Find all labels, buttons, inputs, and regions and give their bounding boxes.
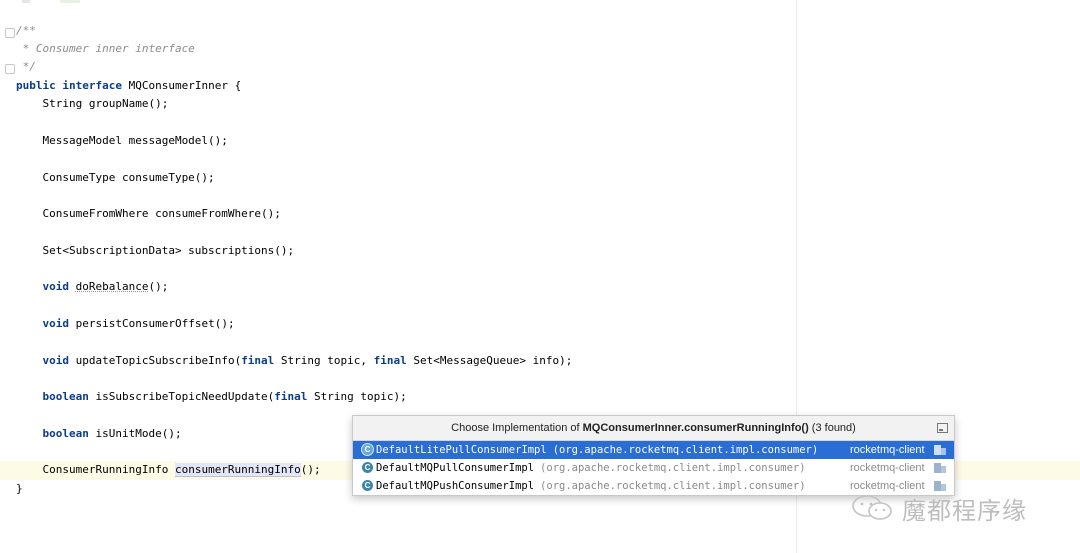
class-icon: C bbox=[362, 480, 373, 491]
class-name: DefaultMQPullConsumerImpl bbox=[376, 462, 535, 474]
method-line[interactable]: boolean isUnitMode(); bbox=[16, 425, 182, 443]
keyword: void bbox=[42, 354, 70, 367]
module-folder-icon bbox=[934, 463, 946, 473]
method-line[interactable]: ConsumeType consumeType(); bbox=[16, 169, 214, 187]
keyword: void bbox=[42, 280, 70, 293]
module-name: rocketmq-client bbox=[850, 444, 925, 456]
highlighted-identifier[interactable]: consumerRunningInfo bbox=[174, 463, 301, 477]
implementation-item[interactable]: C DefaultLitePullConsumerImpl (org.apache… bbox=[353, 441, 954, 459]
keyword: boolean bbox=[42, 390, 89, 403]
package-name: (org.apache.rocketmq.client.impl.consume… bbox=[552, 444, 819, 456]
popup-title-count: (3 found) bbox=[808, 422, 856, 434]
comment-line: */ bbox=[16, 60, 36, 73]
keyword: final bbox=[241, 354, 275, 367]
method-line[interactable]: void updateTopicSubscribeInfo(final Stri… bbox=[16, 352, 573, 370]
keyword: boolean bbox=[42, 427, 89, 440]
popup-title: Choose Implementation of MQConsumerInner… bbox=[353, 416, 954, 441]
class-icon: C bbox=[362, 462, 373, 473]
method-name: doRebalance bbox=[75, 280, 149, 293]
popup-title-prefix: Choose Implementation of bbox=[451, 422, 583, 434]
module-folder-icon bbox=[934, 445, 946, 455]
code-text: ConsumerRunningInfo bbox=[16, 463, 175, 476]
package-name: (org.apache.rocketmq.client.impl.consume… bbox=[540, 480, 806, 492]
method-line[interactable]: Set<SubscriptionData> subscriptions(); bbox=[16, 242, 294, 260]
pin-icon[interactable] bbox=[937, 423, 948, 433]
popup-title-target: MQConsumerInner.consumerRunningInfo() bbox=[582, 422, 809, 434]
comment-line: * Consumer inner interface bbox=[16, 42, 195, 55]
implementation-class-name: DefaultMQPushConsumerImpl (org.apache.roc… bbox=[376, 477, 806, 495]
gutter-marker bbox=[22, 0, 30, 3]
inlay-hint-stub bbox=[60, 0, 80, 3]
current-method-line[interactable]: ConsumerRunningInfo consumerRunningInfo(… bbox=[16, 461, 321, 479]
keyword: interface bbox=[62, 79, 122, 92]
watermark: 魔都程序缘 bbox=[850, 488, 1027, 528]
implementation-class-name: DefaultLitePullConsumerImpl (org.apache.r… bbox=[376, 441, 818, 459]
method-line[interactable]: boolean isSubscribeTopicNeedUpdate(final… bbox=[16, 388, 407, 406]
class-name: DefaultMQPushConsumerImpl bbox=[376, 480, 535, 492]
code-text: isUnitMode(); bbox=[88, 427, 182, 440]
keyword: public bbox=[16, 79, 56, 92]
method-line[interactable]: void doRebalance(); bbox=[16, 278, 169, 296]
code-text: updateTopicSubscribeInfo( bbox=[69, 354, 242, 367]
code-text: Set<MessageQueue> info); bbox=[406, 354, 573, 367]
method-line[interactable]: MessageModel messageModel(); bbox=[16, 132, 227, 150]
closing-brace: } bbox=[16, 482, 23, 495]
interface-declaration[interactable]: public interface MQConsumerInner { bbox=[16, 77, 241, 95]
fold-icon[interactable] bbox=[5, 28, 15, 38]
code-text: MQConsumerInner { bbox=[121, 79, 242, 92]
code-text: String topic); bbox=[307, 390, 407, 403]
fold-icon[interactable] bbox=[5, 64, 15, 74]
module-name: rocketmq-client bbox=[850, 462, 925, 474]
code-text: String topic, bbox=[274, 354, 374, 367]
wechat-logo-icon bbox=[850, 494, 896, 522]
keyword: final bbox=[274, 390, 308, 403]
comment-line: /** bbox=[16, 24, 36, 37]
implementation-item[interactable]: C DefaultMQPullConsumerImpl (org.apache.r… bbox=[353, 459, 954, 477]
method-line[interactable]: void persistConsumerOffset(); bbox=[16, 315, 235, 333]
code-text: (); bbox=[300, 463, 321, 476]
code-text: isSubscribeTopicNeedUpdate( bbox=[88, 390, 275, 403]
code-text: persistConsumerOffset(); bbox=[69, 317, 235, 330]
implementation-class-name: DefaultMQPullConsumerImpl (org.apache.roc… bbox=[376, 459, 806, 477]
class-name: DefaultLitePullConsumerImpl bbox=[376, 444, 547, 456]
package-name: (org.apache.rocketmq.client.impl.consume… bbox=[540, 462, 806, 474]
class-icon: C bbox=[362, 444, 373, 455]
keyword: void bbox=[42, 317, 70, 330]
watermark-text: 魔都程序缘 bbox=[902, 496, 1027, 525]
keyword: final bbox=[373, 354, 407, 367]
method-line[interactable]: String groupName(); bbox=[16, 95, 168, 113]
choose-implementation-popup[interactable]: Choose Implementation of MQConsumerInner… bbox=[352, 415, 955, 496]
code-text: (); bbox=[148, 280, 169, 293]
method-line[interactable]: ConsumeFromWhere consumeFromWhere(); bbox=[16, 205, 280, 223]
